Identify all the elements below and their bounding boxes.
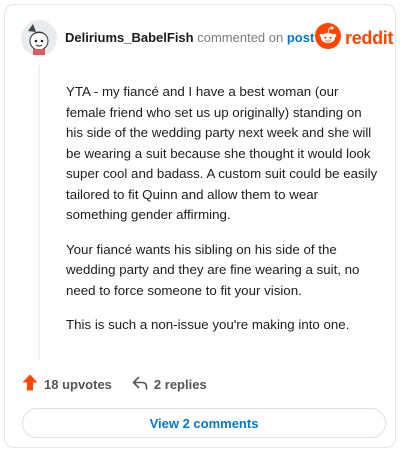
upvote-button[interactable]: 18 upvotes bbox=[22, 374, 112, 394]
comment-actions: 18 upvotes 2 replies bbox=[22, 374, 207, 394]
comment-card: Deliriums_BabelFish commented on post re… bbox=[4, 4, 396, 448]
reply-arrow-icon bbox=[132, 375, 154, 394]
replies-button[interactable]: 2 replies bbox=[132, 375, 207, 394]
upvote-count: 18 upvotes bbox=[44, 376, 112, 392]
view-comments-button[interactable]: View 2 comments bbox=[22, 408, 386, 438]
reddit-alien-icon bbox=[315, 22, 341, 54]
post-link[interactable]: post bbox=[287, 30, 314, 45]
reddit-wordmark: reddit bbox=[345, 27, 394, 48]
reply-count: 2 replies bbox=[153, 376, 207, 392]
comment-body: YTA - my fiancé and I have a best woman … bbox=[66, 82, 381, 350]
action-text: commented on bbox=[197, 30, 284, 45]
thread-line[interactable] bbox=[38, 65, 40, 360]
avatar[interactable] bbox=[21, 20, 57, 56]
reddit-logo[interactable]: reddit bbox=[315, 22, 394, 54]
comment-paragraph: YTA - my fiancé and I have a best woman … bbox=[66, 84, 378, 222]
comment-paragraph: This is such a non-issue you're making i… bbox=[66, 317, 350, 332]
upvote-arrow-icon bbox=[22, 374, 44, 394]
username[interactable]: Deliriums_BabelFish bbox=[65, 30, 194, 45]
comment-paragraph: Your fiancé wants his sibling on his sid… bbox=[66, 241, 360, 298]
comment-header: Deliriums_BabelFish commented on post bbox=[65, 30, 314, 46]
